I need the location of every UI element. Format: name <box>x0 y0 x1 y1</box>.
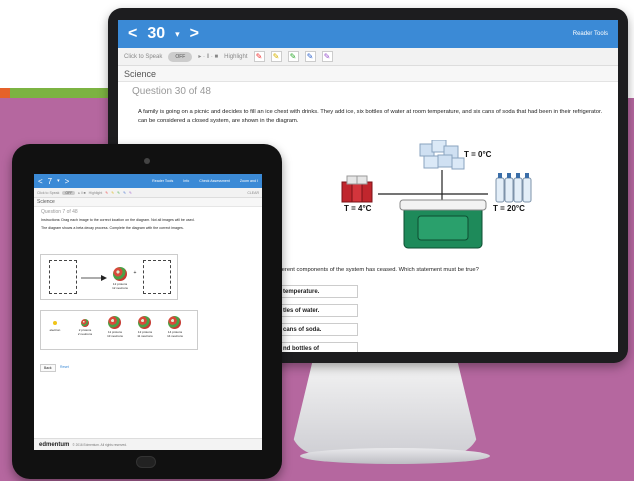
speak-controls[interactable]: ▸ · ‖ · ■ <box>198 53 218 60</box>
subject-heading: Science <box>34 198 262 207</box>
highlighter-blue-icon[interactable]: ✎ <box>304 51 316 62</box>
accent-stripe-orange <box>0 88 10 98</box>
speak-controls[interactable]: ▸ ‖ ■ <box>78 191 85 195</box>
monitor-stand <box>290 360 480 455</box>
question-title: Question 30 of 48 <box>132 86 211 97</box>
question-stem: A family is going on a picnic and decide… <box>138 109 603 124</box>
nucleus-image <box>138 316 151 329</box>
reader-tools-button[interactable]: Reader Tools <box>152 179 173 183</box>
highlight-label: Highlight <box>88 190 103 195</box>
home-button[interactable] <box>136 456 156 468</box>
speak-toggle[interactable]: OFF <box>62 190 76 195</box>
highlighter-green-icon[interactable]: ✎ <box>117 191 120 195</box>
tablet-device: < 7 ▾ > Reader Tools Info Check Assessme… <box>12 144 282 479</box>
highlight-label: Highlight <box>224 53 248 60</box>
nucleus-image <box>81 319 89 327</box>
next-question-button[interactable]: > <box>65 177 70 186</box>
subject-heading: Science <box>118 66 618 82</box>
camera-icon <box>144 158 150 164</box>
question-title: Question 7 of 48 <box>41 209 78 215</box>
soda-temperature-label: T = 4°C <box>344 204 372 213</box>
highlighter-red-icon[interactable]: ✎ <box>105 191 108 195</box>
clear-highlights-button[interactable]: CLEAR <box>247 191 259 195</box>
choice-tray: electron 2 protons 2 neutrons 11 protons… <box>40 310 198 350</box>
question-stem-continued: ne different components of the system ha… <box>266 267 479 273</box>
nucleus-label: 12 protons 12 neutrons <box>112 282 128 290</box>
highlighter-yellow-icon[interactable]: ✎ <box>270 51 282 62</box>
soda-cans-icon <box>341 175 373 203</box>
click-to-speak-label: Click to Speak <box>124 53 163 60</box>
ice-cubes-icon <box>419 140 465 170</box>
ice-temperature-label: T = 0°C <box>464 150 492 159</box>
highlighter-purple-icon[interactable]: ✎ <box>321 51 333 62</box>
nucleus-image <box>113 267 127 281</box>
highlighter-purple-icon[interactable]: ✎ <box>129 191 132 195</box>
question-number-selector[interactable]: 7 <box>48 177 52 186</box>
plus-sign: + <box>133 270 137 276</box>
check-assessment-button[interactable]: Check Assessment <box>199 179 230 183</box>
highlighter-red-icon[interactable]: ✎ <box>253 51 265 62</box>
chevron-down-icon[interactable]: ▾ <box>175 29 180 40</box>
prev-question-button[interactable]: < <box>38 177 43 186</box>
next-question-button[interactable]: > <box>190 25 199 43</box>
speak-toggle[interactable]: OFF <box>168 51 193 62</box>
highlighter-yellow-icon[interactable]: ✎ <box>111 191 114 195</box>
choice-label: 11 protons 13 neutrons <box>107 330 123 338</box>
tablet-screen: < 7 ▾ > Reader Tools Info Check Assessme… <box>34 174 262 450</box>
info-button[interactable]: Info <box>183 179 189 183</box>
tool-bar: Click to Speak OFF ▸ ‖ ■ Highlight ✎ ✎ ✎… <box>34 188 262 198</box>
prev-question-button[interactable]: < <box>128 25 137 43</box>
decay-diagram: 12 protons 12 neutrons + <box>40 254 178 300</box>
nucleus-image <box>168 316 181 329</box>
water-bottles-icon <box>495 173 532 203</box>
question-nav-bar: < 7 ▾ > Reader Tools Info Check Assessme… <box>34 174 262 188</box>
footer: edmentum © 2016 Edmentum. All rights res… <box>34 438 262 450</box>
instructions-text: Instructions: Drag each image to the cor… <box>41 218 195 222</box>
chevron-down-icon[interactable]: ▾ <box>57 178 60 184</box>
drop-zone-product[interactable] <box>143 260 171 294</box>
question-prompt: The diagram shows a beta decay process. … <box>41 226 184 230</box>
reader-tools-button[interactable]: Reader Tools <box>573 31 608 37</box>
monitor-base <box>300 448 490 464</box>
tool-bar: Click to Speak OFF ▸ · ‖ · ■ Highlight ✎… <box>118 48 618 66</box>
reset-button[interactable]: Reset <box>60 365 69 369</box>
water-temperature-label: T = 20°C <box>493 204 525 213</box>
choice-label: 14 protons 14 neutrons <box>167 330 183 338</box>
choice-label: electron <box>49 328 61 332</box>
zoom-button[interactable]: Zoom and I <box>240 179 258 183</box>
choice-label: 12 protons 11 neutrons <box>137 330 153 338</box>
edmentum-logo: edmentum <box>39 441 70 448</box>
click-to-speak-label: Click to Speak <box>37 190 60 195</box>
back-button[interactable]: Back <box>40 364 56 372</box>
ice-chest-diagram <box>341 140 532 249</box>
choice-label: 2 protons 2 neutrons <box>77 328 93 336</box>
nucleus-image <box>108 316 121 329</box>
electron-icon <box>53 321 57 325</box>
highlighter-blue-icon[interactable]: ✎ <box>123 191 126 195</box>
arrow-right-icon <box>81 275 107 281</box>
copyright-text: © 2016 Edmentum. All rights reserved. <box>72 442 127 447</box>
cooler-icon <box>399 199 487 249</box>
drop-zone-parent[interactable] <box>49 260 77 294</box>
highlighter-green-icon[interactable]: ✎ <box>287 51 299 62</box>
question-nav-bar: < 30 ▾ > Reader Tools <box>118 20 618 48</box>
question-number-selector[interactable]: 30 <box>147 25 165 43</box>
